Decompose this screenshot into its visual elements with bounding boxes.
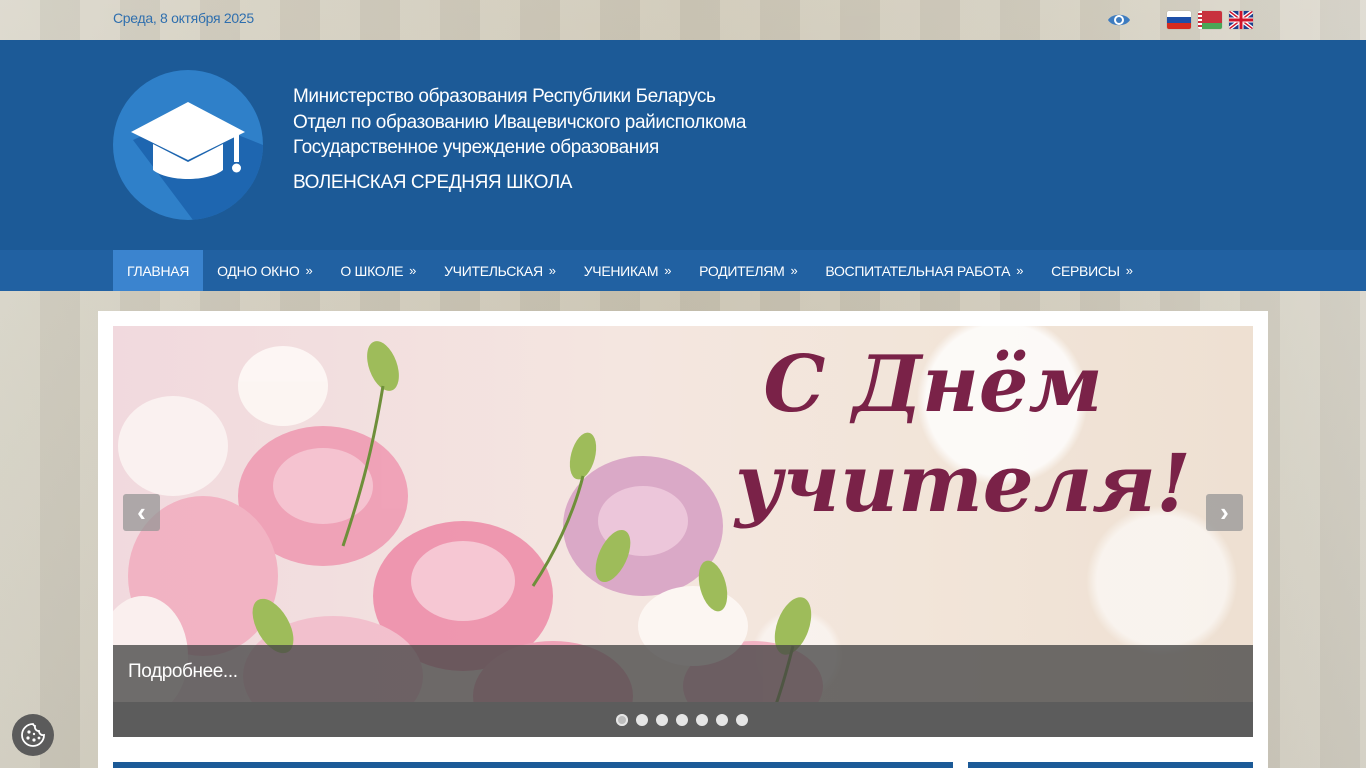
slider-dot[interactable]: [616, 714, 628, 726]
slide-title-line1: С Днём: [763, 339, 1103, 430]
flag-en-icon[interactable]: [1229, 11, 1253, 29]
nav-dropdown-arrow: »: [305, 263, 313, 278]
current-date: Среда, 8 октября 2025: [113, 10, 254, 26]
institution-title: Государственное учреждение образования: [293, 137, 659, 158]
nav-dropdown-arrow: »: [790, 263, 798, 278]
sidebar-block: [968, 762, 1253, 768]
nav-dropdown-arrow: »: [409, 263, 417, 278]
slide-caption: Подробнее...: [113, 645, 1253, 702]
graduation-cap-icon[interactable]: [113, 70, 263, 220]
cookie-icon[interactable]: [12, 714, 54, 756]
nav-dropdown-arrow: »: [664, 263, 672, 278]
nav-item[interactable]: ГЛАВНАЯ: [113, 250, 204, 291]
slider-dot[interactable]: [716, 714, 728, 726]
image-slider: С Днём учителя! ‹ › Подробнее...: [113, 326, 1253, 737]
nav-dropdown-arrow: »: [548, 263, 556, 278]
slider-dot[interactable]: [656, 714, 668, 726]
nav-item-label: УЧИТЕЛЬСКАЯ: [444, 262, 543, 279]
nav-item-label: ВОСПИТАТЕЛЬНАЯ РАБОТА: [825, 262, 1011, 279]
slider-next-button[interactable]: ›: [1206, 494, 1243, 531]
slide-title-line2: учителя!: [734, 436, 1192, 530]
nav-item-label: ГЛАВНАЯ: [127, 262, 190, 279]
topbar: Среда, 8 октября 2025: [0, 0, 1366, 40]
nav-item[interactable]: УЧИТЕЛЬСКАЯ »: [430, 250, 570, 291]
nav-item-label: СЕРВИСЫ: [1051, 262, 1120, 279]
ministry-title: Министерство образования Республики Бела…: [293, 86, 716, 107]
main-nav: ГЛАВНАЯ ОДНО ОКНО» О ШКОЛЕ» УЧИТЕЛЬСКАЯ» УЧЕ…: [0, 250, 1366, 291]
nav-item[interactable]: О ШКОЛЕ »: [326, 250, 430, 291]
nav-item[interactable]: СЕРВИСЫ »: [1037, 250, 1147, 291]
nav-dropdown-arrow: »: [1125, 263, 1133, 278]
nav-item[interactable]: УЧЕНИКАМ »: [570, 250, 685, 291]
slide-title: С Днём учителя!: [633, 336, 1233, 532]
nav-item[interactable]: ОДНО ОКНО »: [203, 250, 326, 291]
nav-item[interactable]: РОДИТЕЛЯМ »: [685, 250, 811, 291]
department-title: Отдел по образованию Ивацевичского райис…: [293, 111, 747, 133]
nav-item-label: РОДИТЕЛЯМ: [699, 262, 785, 279]
flag-ru-icon[interactable]: [1167, 11, 1191, 29]
nav-item[interactable]: ВОСПИТАТЕЛЬНАЯ РАБОТА »: [811, 250, 1037, 291]
slider-prev-button[interactable]: ‹: [123, 494, 160, 531]
school-name[interactable]: ВОЛЕНСКАЯ СРЕДНЯЯ ШКОЛА: [293, 170, 746, 196]
slider-dot[interactable]: [676, 714, 688, 726]
slider-pagination: [113, 702, 1253, 737]
header-titles: Министерство образования Республики Бела…: [293, 84, 746, 195]
read-more-link[interactable]: Подробнее...: [128, 661, 238, 683]
language-switcher: [1167, 11, 1253, 29]
eye-icon[interactable]: [1107, 10, 1131, 30]
nav-item-label: ОДНО ОКНО: [217, 262, 300, 279]
site-header: Министерство образования Республики Бела…: [0, 40, 1366, 250]
slider-dot[interactable]: [736, 714, 748, 726]
nav-item-label: О ШКОЛЕ: [340, 262, 404, 279]
nav-item-label: УЧЕНИКАМ: [583, 262, 659, 279]
slider-dot[interactable]: [636, 714, 648, 726]
main-content-block: [113, 762, 953, 768]
slider-dot[interactable]: [696, 714, 708, 726]
nav-dropdown-arrow: »: [1016, 263, 1024, 278]
content-area: С Днём учителя! ‹ › Подробнее...: [98, 311, 1268, 768]
flag-by-icon[interactable]: [1198, 11, 1222, 29]
